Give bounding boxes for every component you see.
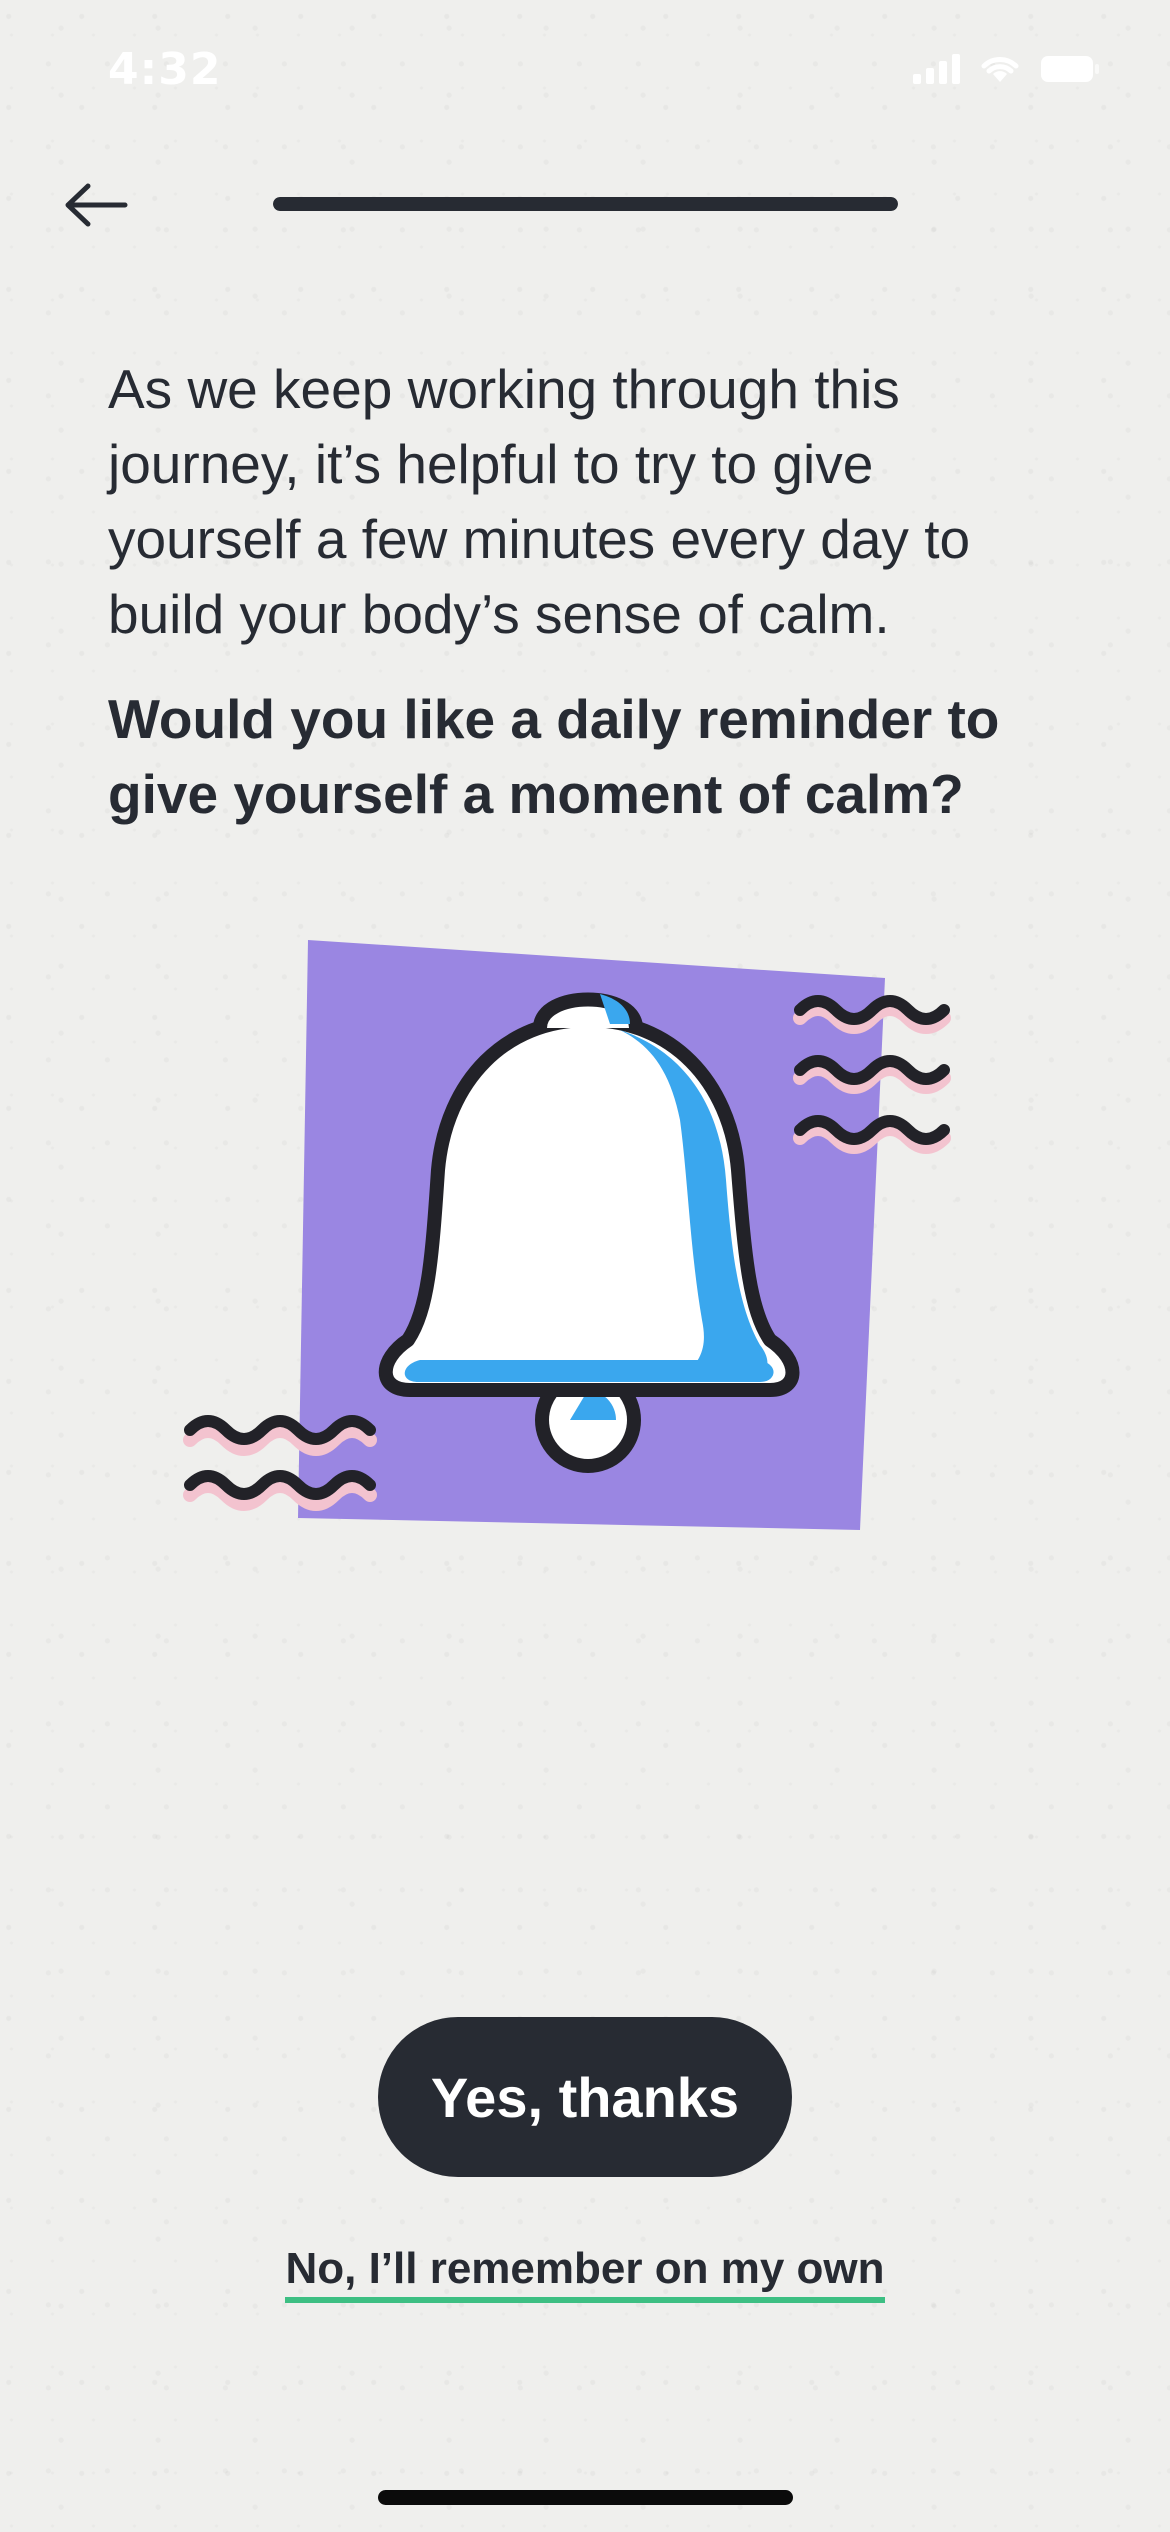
intro-text: As we keep working through this journey,… (108, 358, 971, 645)
progress-fill (273, 197, 898, 211)
status-icons (913, 52, 1100, 84)
battery-icon (1040, 54, 1100, 84)
back-button[interactable] (50, 170, 140, 240)
arrow-left-icon (65, 183, 128, 227)
status-time: 4:32 (108, 44, 222, 95)
no-remember-label: No, I’ll remember on my own (285, 2244, 885, 2303)
no-remember-link[interactable]: No, I’ll remember on my own (0, 2244, 1170, 2303)
question-text: Would you like a daily reminder to give … (108, 688, 1000, 825)
yes-button[interactable]: Yes, thanks (378, 2017, 792, 2177)
bell-illustration (160, 920, 1020, 1560)
status-bar: 4:32 (0, 0, 1170, 150)
wifi-icon (978, 52, 1022, 84)
signal-icon (913, 52, 960, 84)
home-indicator (378, 2490, 793, 2505)
progress-bar (273, 197, 898, 211)
